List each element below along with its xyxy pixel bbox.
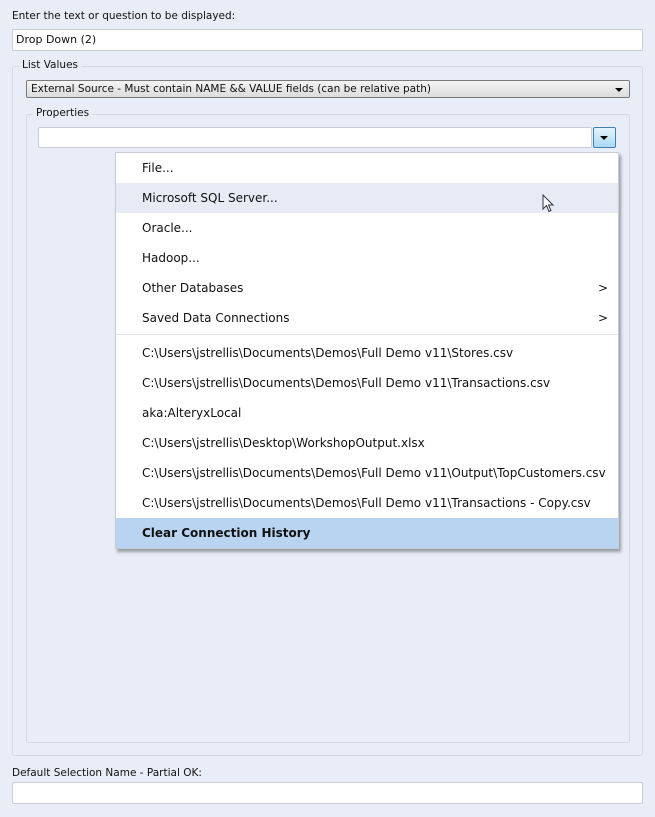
chevron-down-icon (600, 136, 608, 140)
history-item[interactable]: aka:AlteryxLocal (116, 398, 618, 428)
submenu-arrow-icon: > (597, 281, 608, 295)
source-select[interactable]: External Source - Must contain NAME && V… (26, 80, 630, 98)
history-item[interactable]: C:\Users\jstrellis\Documents\Demos\Full … (116, 368, 618, 398)
question-input[interactable]: Drop Down (2) (12, 29, 643, 51)
question-label: Enter the text or question to be display… (12, 10, 236, 22)
source-select-value: External Source - Must contain NAME && V… (31, 83, 431, 95)
properties-input[interactable] (38, 127, 592, 148)
menu-item-hadoop[interactable]: Hadoop... (116, 243, 618, 273)
menu-item-saved-connections[interactable]: Saved Data Connections > (116, 303, 618, 333)
properties-dropdown-button[interactable] (593, 127, 616, 148)
clear-history-item[interactable]: Clear Connection History (116, 518, 618, 548)
menu-item-file[interactable]: File... (116, 153, 618, 183)
properties-label: Properties (33, 107, 93, 119)
history-item[interactable]: C:\Users\jstrellis\Documents\Demos\Full … (116, 338, 618, 368)
history-item[interactable]: C:\Users\jstrellis\Desktop\WorkshopOutpu… (116, 428, 618, 458)
list-values-label: List Values (19, 59, 81, 71)
default-selection-label: Default Selection Name - Partial OK: (12, 767, 202, 779)
menu-item-oracle[interactable]: Oracle... (116, 213, 618, 243)
menu-item-other-databases[interactable]: Other Databases > (116, 273, 618, 303)
default-selection-input[interactable] (12, 782, 643, 804)
menu-separator (116, 334, 618, 335)
menu-item-label: File... (142, 161, 174, 175)
mouse-cursor-icon (542, 194, 555, 213)
submenu-arrow-icon: > (597, 311, 608, 325)
menu-item-label: Saved Data Connections (142, 311, 290, 325)
menu-item-label: Oracle... (142, 221, 193, 235)
menu-item-label: Microsoft SQL Server... (142, 191, 278, 205)
menu-item-label: Other Databases (142, 281, 244, 295)
history-item[interactable]: C:\Users\jstrellis\Documents\Demos\Full … (116, 458, 618, 488)
history-item[interactable]: C:\Users\jstrellis\Documents\Demos\Full … (116, 488, 618, 518)
chevron-down-icon (615, 88, 623, 92)
menu-item-label: Hadoop... (142, 251, 200, 265)
